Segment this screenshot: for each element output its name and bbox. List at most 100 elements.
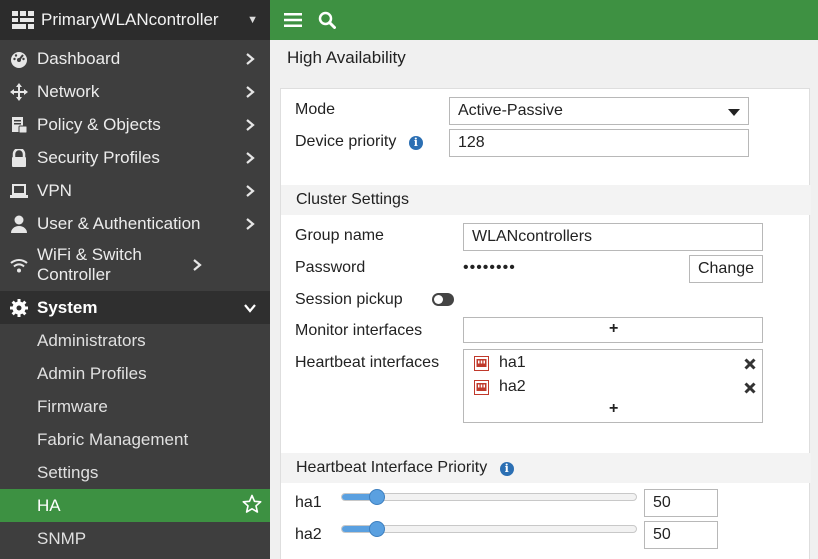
- sidebar-item-label: User & Authentication: [37, 213, 201, 233]
- sidebar-item-vpn[interactable]: VPN: [0, 174, 270, 207]
- top-bar: [270, 0, 818, 40]
- port-icon: [474, 355, 489, 371]
- remove-icon[interactable]: [744, 357, 756, 375]
- priority-slider[interactable]: [341, 489, 637, 505]
- sidebar-subitem-label: HA: [37, 495, 61, 515]
- group-name-input[interactable]: WLANcontrollers: [463, 223, 763, 251]
- dashboard-icon: [10, 50, 28, 68]
- change-password-button[interactable]: Change: [689, 255, 763, 283]
- dropdown-arrow-icon: [728, 109, 740, 116]
- star-icon[interactable]: [242, 494, 262, 519]
- heartbeat-interface-name: ha1: [499, 354, 526, 371]
- password-label: Password: [295, 259, 366, 276]
- sidebar-item-network[interactable]: Network: [0, 75, 270, 108]
- heartbeat-interfaces-field[interactable]: ha1 ha2 +: [463, 349, 763, 423]
- sidebar-subitem-label: SNMP: [37, 528, 87, 548]
- slider-handle[interactable]: [369, 521, 385, 537]
- sidebar-item-wifi-switch-controller[interactable]: WiFi & Switch Controller: [0, 242, 270, 288]
- sidebar-subitem-snmp[interactable]: SNMP: [0, 522, 270, 555]
- ha-settings-card: Mode Active-Passive Device priority i 12…: [280, 88, 811, 559]
- sidebar-subitem-label: Admin Profiles: [37, 363, 147, 383]
- wifi-icon: [10, 256, 28, 274]
- policy-icon: [10, 116, 28, 134]
- sidebar-subitem-label: Administrators: [37, 331, 146, 350]
- page-title: High Availability: [287, 48, 406, 67]
- lock-icon: [10, 148, 28, 167]
- info-icon[interactable]: i: [499, 462, 514, 476]
- add-icon[interactable]: +: [609, 400, 618, 418]
- group-name-value: WLANcontrollers: [472, 228, 593, 245]
- sidebar-subitem-settings[interactable]: Settings: [0, 456, 270, 489]
- sidebar-subitem-label: Fabric Management: [37, 429, 189, 449]
- chevron-down-icon: ▼: [247, 14, 258, 26]
- port-icon: [474, 379, 489, 395]
- monitor-interfaces-field[interactable]: +: [463, 317, 763, 343]
- sidebar-item-label: VPN: [37, 180, 72, 200]
- heartbeat-priority-title: Heartbeat Interface Priority: [296, 459, 488, 476]
- sidebar: PrimaryWLANcontroller ▼ Dashboard Networ…: [0, 0, 270, 559]
- chevron-right-icon: [240, 52, 260, 66]
- mode-select[interactable]: Active-Passive: [449, 97, 749, 125]
- sidebar-item-dashboard[interactable]: Dashboard: [0, 42, 270, 75]
- sidebar-subitem-administrators[interactable]: Administrators: [0, 325, 270, 357]
- remove-icon[interactable]: [744, 381, 756, 399]
- password-value: ••••••••: [463, 259, 516, 276]
- sidebar-item-user-authentication[interactable]: User & Authentication: [0, 207, 270, 240]
- priority-value: 50: [653, 526, 671, 543]
- sidebar-item-label: WiFi & Switch Controller: [37, 245, 142, 284]
- cluster-settings-header: Cluster Settings: [281, 185, 811, 215]
- chevron-right-icon: [240, 118, 260, 132]
- chevron-right-icon: [240, 184, 260, 198]
- device-selector[interactable]: PrimaryWLANcontroller ▼: [0, 0, 270, 40]
- device-name: PrimaryWLANcontroller: [41, 10, 219, 29]
- sidebar-item-system[interactable]: System: [0, 291, 270, 324]
- sidebar-subitem-fabric-management[interactable]: Fabric Management: [0, 423, 270, 456]
- priority-interface-label: ha1: [295, 494, 322, 511]
- priority-slider[interactable]: [341, 521, 637, 537]
- add-icon[interactable]: +: [609, 320, 618, 338]
- sidebar-item-policy-objects[interactable]: Policy & Objects: [0, 108, 270, 141]
- user-icon: [10, 215, 28, 233]
- chevron-right-icon: [187, 258, 207, 272]
- network-icon: [10, 82, 28, 101]
- sidebar-item-label: Security Profiles: [37, 147, 160, 167]
- gear-icon: [10, 298, 28, 317]
- fortigate-logo-icon: [12, 11, 34, 29]
- priority-value-input[interactable]: 50: [644, 521, 718, 549]
- chevron-right-icon: [240, 85, 260, 99]
- heartbeat-interface-entry: ha2: [474, 378, 526, 396]
- chevron-down-icon: [240, 303, 260, 313]
- device-priority-label: Device priority i: [295, 133, 423, 151]
- heartbeat-interface-entry: ha1: [474, 354, 526, 372]
- sidebar-item-label: System: [37, 297, 98, 317]
- sidebar-item-label: Dashboard: [37, 48, 121, 68]
- device-priority-label-text: Device priority: [295, 133, 397, 150]
- slider-handle[interactable]: [369, 489, 385, 505]
- device-priority-value: 128: [458, 134, 485, 151]
- priority-interface-label: ha2: [295, 526, 322, 543]
- laptop-icon: [10, 182, 28, 200]
- priority-value: 50: [653, 494, 671, 511]
- heartbeat-interfaces-label: Heartbeat interfaces: [295, 354, 440, 371]
- sidebar-subitem-label: Settings: [37, 462, 99, 482]
- sidebar-subitem-ha[interactable]: HA: [0, 489, 270, 522]
- sidebar-subitem-label: Firmware: [37, 396, 108, 416]
- mode-label: Mode: [295, 101, 336, 118]
- heartbeat-interface-name: ha2: [499, 378, 526, 395]
- toggle-knob: [434, 295, 443, 304]
- monitor-interfaces-label: Monitor interfaces: [295, 322, 423, 339]
- chevron-right-icon: [240, 217, 260, 231]
- sidebar-item-label: Network: [37, 81, 100, 101]
- sidebar-subitem-firmware[interactable]: Firmware: [0, 390, 270, 423]
- session-pickup-label: Session pickup: [295, 291, 403, 308]
- heartbeat-priority-header: Heartbeat Interface Priority i: [281, 453, 811, 483]
- group-name-label: Group name: [295, 227, 384, 244]
- info-icon[interactable]: i: [408, 136, 423, 150]
- sidebar-item-security-profiles[interactable]: Security Profiles: [0, 141, 270, 174]
- device-priority-input[interactable]: 128: [449, 129, 749, 157]
- sidebar-subitem-admin-profiles[interactable]: Admin Profiles: [0, 357, 270, 390]
- priority-value-input[interactable]: 50: [644, 489, 718, 517]
- session-pickup-toggle[interactable]: [432, 293, 454, 306]
- search-icon[interactable]: [318, 11, 336, 29]
- hamburger-icon[interactable]: [284, 12, 302, 28]
